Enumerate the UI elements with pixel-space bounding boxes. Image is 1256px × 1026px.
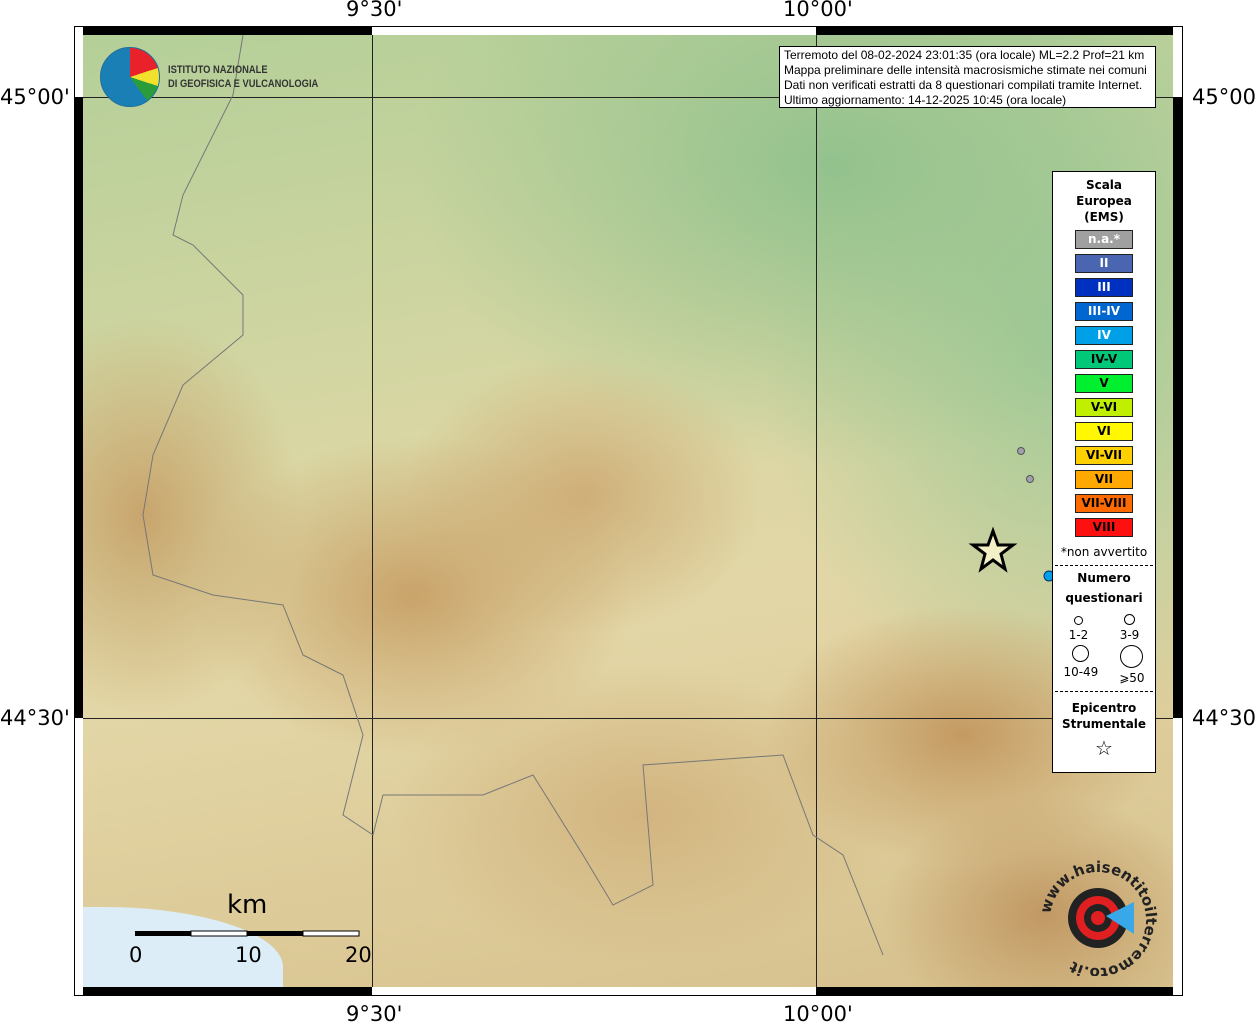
- circle-medium-icon: [1123, 614, 1135, 625]
- event-line: Terremoto del 08-02-2024 23:01:35 (ora l…: [784, 48, 1145, 62]
- point-na[interactable]: [1017, 447, 1025, 455]
- legend-swatch: II: [1075, 254, 1133, 273]
- event-info-box: Terremoto del 08-02-2024 23:01:35 (ora l…: [779, 46, 1156, 108]
- scalebar-unit: km: [227, 890, 268, 920]
- circle-xlarge-icon: [1120, 645, 1144, 668]
- map-description: Mappa preliminare delle intensità macros…: [784, 63, 1147, 77]
- star-icon: ☆: [1095, 736, 1113, 760]
- legend-swatch: V: [1075, 374, 1133, 393]
- count-title: questionari: [1065, 591, 1143, 605]
- legend-swatch: VIII: [1075, 518, 1133, 537]
- legend-title: Scala Europea (EMS): [1076, 178, 1132, 224]
- lon-label-bottom: 9°30': [346, 1002, 403, 1026]
- ingv-logo: ISTITUTO NAZIONALE DI GEOFISICA E VULCANO…: [100, 47, 345, 107]
- legend-swatch: VII: [1075, 470, 1133, 489]
- count-title: Numero: [1077, 571, 1131, 585]
- map-overlay: [135, 35, 1055, 956]
- epicenter-title: Strumentale: [1061, 717, 1147, 731]
- lat-label-left: 45°00': [0, 85, 70, 109]
- logo-line: DI GEOFISICA E VULCANOLOGIA: [168, 78, 319, 90]
- scalebar-tick: 0: [129, 943, 143, 967]
- circle-large-icon: [1072, 645, 1090, 662]
- globe-icon: [100, 47, 160, 107]
- logo-line: ISTITUTO NAZIONALE: [168, 64, 268, 76]
- data-note: Dati non verificati estratti da 8 questi…: [784, 78, 1143, 92]
- legend-swatch: VI-VII: [1075, 446, 1133, 465]
- legend-swatch: III: [1075, 278, 1133, 297]
- lon-label-bottom: 10°00': [783, 1002, 853, 1026]
- lon-label-top: 10°00': [783, 0, 853, 21]
- intensity-map[interactable]: km 0 10 20: [83, 35, 1173, 987]
- lon-label-top: 9°30': [346, 0, 403, 21]
- scale-bar: [135, 930, 360, 937]
- haisentito-logo: www.haisentitoilterremoto.it: [1036, 858, 1160, 976]
- scalebar-tick: 20: [345, 943, 372, 967]
- legend-swatch: VI: [1075, 422, 1133, 441]
- epicenter-star-icon[interactable]: [968, 526, 1018, 573]
- legend: Scala Europea (EMS) n.a.* II III III-IV IV IV-V…: [1052, 171, 1156, 773]
- legend-swatch: VII-VIII: [1075, 494, 1133, 513]
- point-na[interactable]: [1026, 475, 1034, 483]
- legend-note: *non avvertito: [1060, 545, 1148, 559]
- lat-label-right: 44°30': [1192, 706, 1256, 730]
- legend-swatch: IV-V: [1075, 350, 1133, 369]
- circle-small-icon: [1073, 616, 1083, 625]
- scalebar-tick: 10: [235, 943, 262, 967]
- legend-swatch: n.a.*: [1075, 230, 1133, 249]
- legend-swatch: III-IV: [1075, 302, 1133, 321]
- legend-swatch: V-VI: [1075, 398, 1133, 417]
- legend-swatch: IV: [1075, 326, 1133, 345]
- last-update: Ultimo aggiornamento: 14-12-2025 10:45 (…: [784, 93, 1067, 107]
- lat-label-right: 45°00': [1192, 85, 1256, 109]
- epicenter-title: Epicentro: [1071, 701, 1137, 715]
- lat-label-left: 44°30': [0, 706, 70, 730]
